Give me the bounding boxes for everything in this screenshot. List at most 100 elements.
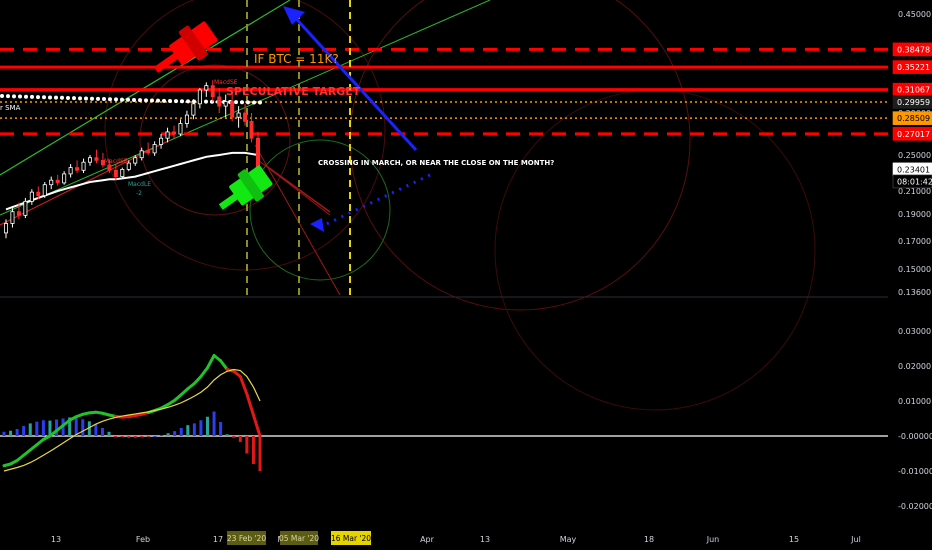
- histogram-bar: [9, 430, 13, 436]
- time-tick-label: 17: [213, 535, 223, 544]
- candle-body: [36, 191, 41, 196]
- price-badge-label: 0.28509: [897, 114, 930, 123]
- price-tick-label: 0.21000: [898, 187, 931, 196]
- candle-body: [159, 137, 164, 145]
- macd-segment: [219, 359, 229, 371]
- sma-dot: [84, 96, 88, 101]
- candle-body: [152, 144, 157, 154]
- time-tick-label: 13: [480, 535, 490, 544]
- price-badge-label: 0.31067: [897, 86, 930, 95]
- candle-body: [249, 121, 254, 139]
- time-tick-label: 15: [789, 535, 799, 544]
- date-badge-05mar: 05 Mar '20: [279, 531, 319, 545]
- blue-arrow-head: [283, 6, 305, 25]
- histogram-bar: [107, 431, 111, 436]
- histogram-bar: [199, 420, 203, 436]
- macd-segment: [245, 392, 255, 417]
- histogram-bar: [114, 436, 118, 437]
- histogram-bar: [166, 433, 170, 436]
- histogram-bar: [146, 436, 150, 437]
- time-tick-label: Feb: [136, 535, 150, 544]
- histogram-bar: [22, 425, 26, 436]
- sma-dot: [108, 97, 112, 102]
- histogram-bar: [81, 419, 85, 436]
- sma-dot: [144, 98, 148, 103]
- candle-body: [81, 161, 86, 171]
- sma-dot: [60, 95, 64, 100]
- sma-dot: [186, 99, 190, 104]
- sma-dot: [240, 100, 244, 105]
- blue-dotted-arrow: [317, 173, 431, 230]
- price-pane: IF BTC = 11K? SPECULATIVE TARGET CROSSIN…: [0, 0, 888, 411]
- red-arrow-diag: [264, 164, 331, 213]
- candle-body: [4, 223, 9, 234]
- histogram-bar: [41, 420, 45, 436]
- histogram-bar: [127, 436, 131, 438]
- blue-arrow-shaft: [288, 10, 418, 152]
- macd-segment: [251, 413, 262, 438]
- green-gavel-icon: [218, 165, 273, 210]
- candle-body: [49, 179, 54, 186]
- candle-body: [133, 157, 138, 164]
- price-tick-label: 0.13600: [898, 288, 931, 297]
- annotation-macdle-count: -2: [136, 190, 142, 197]
- candle-body: [178, 123, 183, 135]
- histogram-bar: [173, 431, 177, 436]
- candle-body: [146, 150, 151, 154]
- candle-body: [68, 167, 73, 175]
- histogram-bar: [219, 422, 223, 436]
- candle-body: [42, 184, 47, 196]
- blue-dotted-arrow-head: [310, 218, 324, 232]
- candle-body: [191, 103, 196, 116]
- price-badge-label: 0.29959: [897, 98, 930, 107]
- date-badge-05mar-text: 05 Mar '20: [279, 534, 319, 543]
- candle-body: [171, 131, 176, 135]
- sma-dot: [72, 96, 76, 101]
- annotation-macdle: MacdLE: [128, 181, 151, 188]
- candle-body: [184, 114, 189, 124]
- fib-circle-large: [349, 0, 691, 311]
- sma-dot: [30, 94, 34, 99]
- candle-body: [210, 85, 215, 98]
- histogram-bar: [179, 427, 183, 436]
- price-badge-label: 0.38478: [897, 45, 930, 54]
- annotation-macdse-mid: MacdSE: [104, 158, 128, 165]
- sma-dot: [174, 99, 178, 104]
- histogram-bar: [245, 436, 249, 454]
- macd-pane: [0, 354, 888, 472]
- sma-dot: [168, 99, 172, 104]
- macd-segment: [238, 375, 249, 396]
- candle-body: [16, 211, 21, 216]
- sma-dot: [78, 96, 82, 101]
- time-axis: 13Feb17MarApr13May18Jun15Jul: [51, 535, 861, 544]
- candle-body: [55, 179, 60, 184]
- sma-dot: [48, 95, 52, 100]
- sma-dot: [6, 94, 10, 99]
- sma-legend-label: r SMA: [0, 104, 21, 112]
- macd-segment: [205, 354, 216, 370]
- histogram-bar: [35, 421, 39, 436]
- sma-dot: [66, 95, 70, 100]
- candle-body: [255, 137, 260, 168]
- annotation-macdse-top: MacdSE: [214, 79, 238, 86]
- price-tick-label: 0.17000: [898, 237, 931, 246]
- histogram-bar: [100, 427, 104, 436]
- sma-dot: [102, 97, 106, 102]
- candle-body: [23, 200, 28, 216]
- candle-body: [94, 157, 99, 161]
- sma-dot: [204, 99, 208, 104]
- histogram-bar: [120, 436, 124, 438]
- sma-dot: [234, 100, 238, 105]
- candle-body: [197, 89, 202, 105]
- candle-body: [75, 167, 80, 171]
- sma-dot: [246, 100, 250, 105]
- price-tick-label: 0.19000: [898, 210, 931, 219]
- price-tick-label: 0.45000: [898, 10, 931, 19]
- histogram-bar: [232, 436, 236, 438]
- macd-line: [2, 354, 262, 468]
- histogram-bar: [133, 436, 137, 438]
- macd-tick-label: -0.01000: [898, 467, 932, 476]
- time-tick-label: May: [560, 535, 577, 544]
- sma-dot: [162, 98, 166, 103]
- date-badge-23feb-text: 23 Feb '20: [227, 534, 266, 543]
